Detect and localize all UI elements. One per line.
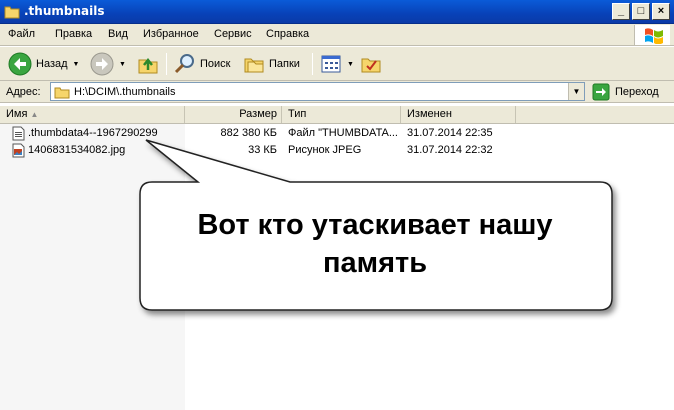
callout-line-2: память [322,247,428,279]
callout-bubble [139,139,613,311]
callout-line-1: Вот кто утаскивает нашу [197,209,553,241]
callout-text: Вот кто утаскивает нашу память [170,206,580,282]
